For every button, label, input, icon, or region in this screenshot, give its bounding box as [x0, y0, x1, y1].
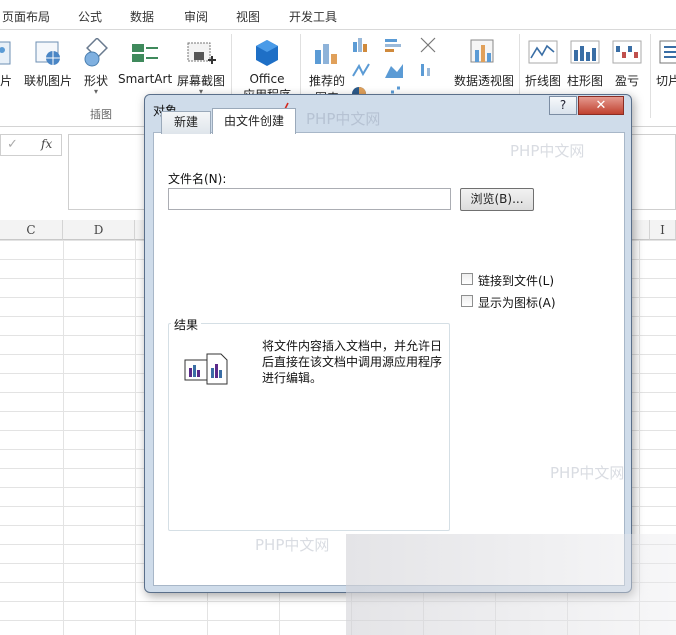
watermark: PHP中文网	[550, 464, 625, 482]
dialog-body: 新建 由文件创建 文件名(N): 浏览(B)... 链接到文件(L) 显示为图标…	[153, 108, 625, 586]
tab-page-layout[interactable]: 页面布局	[2, 8, 50, 25]
column-header-i[interactable]: I	[650, 220, 676, 240]
slicer-icon	[659, 40, 676, 64]
tab-create-from-file[interactable]: 由文件创建	[212, 108, 296, 134]
line-sparkline-label: 折线图	[524, 74, 561, 88]
close-button[interactable]: ✕	[578, 96, 624, 115]
recommended-charts-icon	[315, 44, 337, 64]
insert-function-icon[interactable]: fx	[41, 137, 52, 151]
formula-controls: ✓ fx	[0, 134, 62, 156]
screenshot-icon	[187, 42, 216, 64]
watermark: PHP中文网	[306, 110, 381, 128]
tab-view[interactable]: 视图	[236, 8, 260, 25]
shapes-button[interactable]: 形状 ▾	[80, 38, 112, 96]
winloss-sparkline-button[interactable]: 盈亏	[610, 38, 644, 89]
tab-review[interactable]: 审阅	[184, 8, 208, 25]
blurred-region	[346, 534, 676, 635]
pivot-chart-label: 数据透视图	[453, 74, 514, 88]
online-picture-label: 联机图片	[23, 74, 72, 88]
ribbon-divider	[650, 34, 651, 118]
display-as-icon-checkbox[interactable]	[461, 295, 473, 307]
office-apps-label: Office	[249, 72, 285, 86]
column-sparkline-icon	[570, 40, 600, 64]
winloss-sparkline-icon	[612, 40, 642, 64]
help-button[interactable]: ?	[549, 96, 577, 115]
column-header-d[interactable]: D	[63, 220, 135, 240]
slicer-button[interactable]: 切片	[656, 38, 676, 89]
shapes-icon	[84, 38, 108, 67]
line-chart-icon	[352, 63, 370, 77]
column-sparkline-button[interactable]: 柱形图	[565, 38, 605, 89]
browse-button[interactable]: 浏览(B)...	[460, 188, 534, 211]
screenshot-label: 屏幕截图	[176, 74, 225, 88]
pivot-chart-icon	[470, 39, 494, 63]
object-dialog: 对象 ? ✕ 新建 由文件创建 文件名(N): 浏览(B)... 链接到文件(L…	[144, 94, 632, 593]
tab-formulas[interactable]: 公式	[78, 8, 102, 25]
result-title: 结果	[171, 316, 202, 333]
line-sparkline-button[interactable]: 折线图	[523, 38, 563, 89]
ribbon-tab-bar: 页面布局 公式 数据 审阅 视图 开发工具	[0, 0, 676, 30]
chart-type-buttons[interactable]	[351, 36, 449, 102]
watermark: PHP中文网	[510, 142, 585, 160]
scatter-chart-icon	[420, 37, 436, 53]
filename-input[interactable]	[168, 188, 451, 210]
screenshot-button[interactable]: 屏幕截图 ▾	[176, 38, 226, 96]
shapes-label: 形状	[83, 74, 108, 88]
stock-chart-icon	[421, 64, 430, 76]
recommended-charts-label: 推荐的	[308, 74, 345, 88]
pivot-chart-button[interactable]: 数据透视图	[452, 38, 516, 89]
slicer-label: 切片	[656, 74, 676, 88]
office-store-icon	[256, 40, 278, 66]
watermark: PHP中文网	[255, 536, 330, 554]
illustrations-group-label: 插图	[90, 108, 112, 121]
picture-label: 片	[0, 74, 12, 88]
winloss-sparkline-label: 盈亏	[614, 74, 639, 88]
check-icon[interactable]: ✓	[7, 137, 18, 152]
link-to-file-checkbox[interactable]	[461, 273, 473, 285]
smartart-label: SmartArt	[118, 72, 173, 86]
result-description: 将文件内容插入文档中，并允许日后直接在该文档中调用源应用程序进行编辑。	[262, 339, 443, 385]
column-sparkline-label: 柱形图	[566, 74, 603, 88]
link-to-file-label: 链接到文件(L)	[478, 274, 555, 288]
display-as-icon-label: 显示为图标(A)	[478, 296, 556, 310]
smartart-button[interactable]: SmartArt	[118, 38, 172, 86]
tab-new[interactable]: 新建	[161, 111, 211, 134]
filename-label: 文件名(N):	[168, 172, 227, 186]
embedded-object-icon	[184, 353, 228, 385]
tab-developer[interactable]: 开发工具	[289, 8, 337, 25]
online-picture-icon	[35, 41, 60, 65]
smartart-icon	[132, 44, 158, 62]
column-header-c[interactable]: C	[0, 220, 63, 240]
line-sparkline-icon	[528, 40, 558, 64]
online-picture-button[interactable]: 联机图片	[22, 38, 74, 89]
result-groupbox: 结果 将文件内容插入文档中，并允许日后直接在该文档中调用源应用程序进行编辑。	[168, 316, 450, 531]
area-chart-icon	[385, 64, 403, 78]
bar-chart-icon	[385, 39, 401, 52]
column-chart-icon	[353, 38, 367, 52]
picture-button[interactable]: 片	[0, 38, 16, 89]
tab-data[interactable]: 数据	[130, 8, 154, 25]
